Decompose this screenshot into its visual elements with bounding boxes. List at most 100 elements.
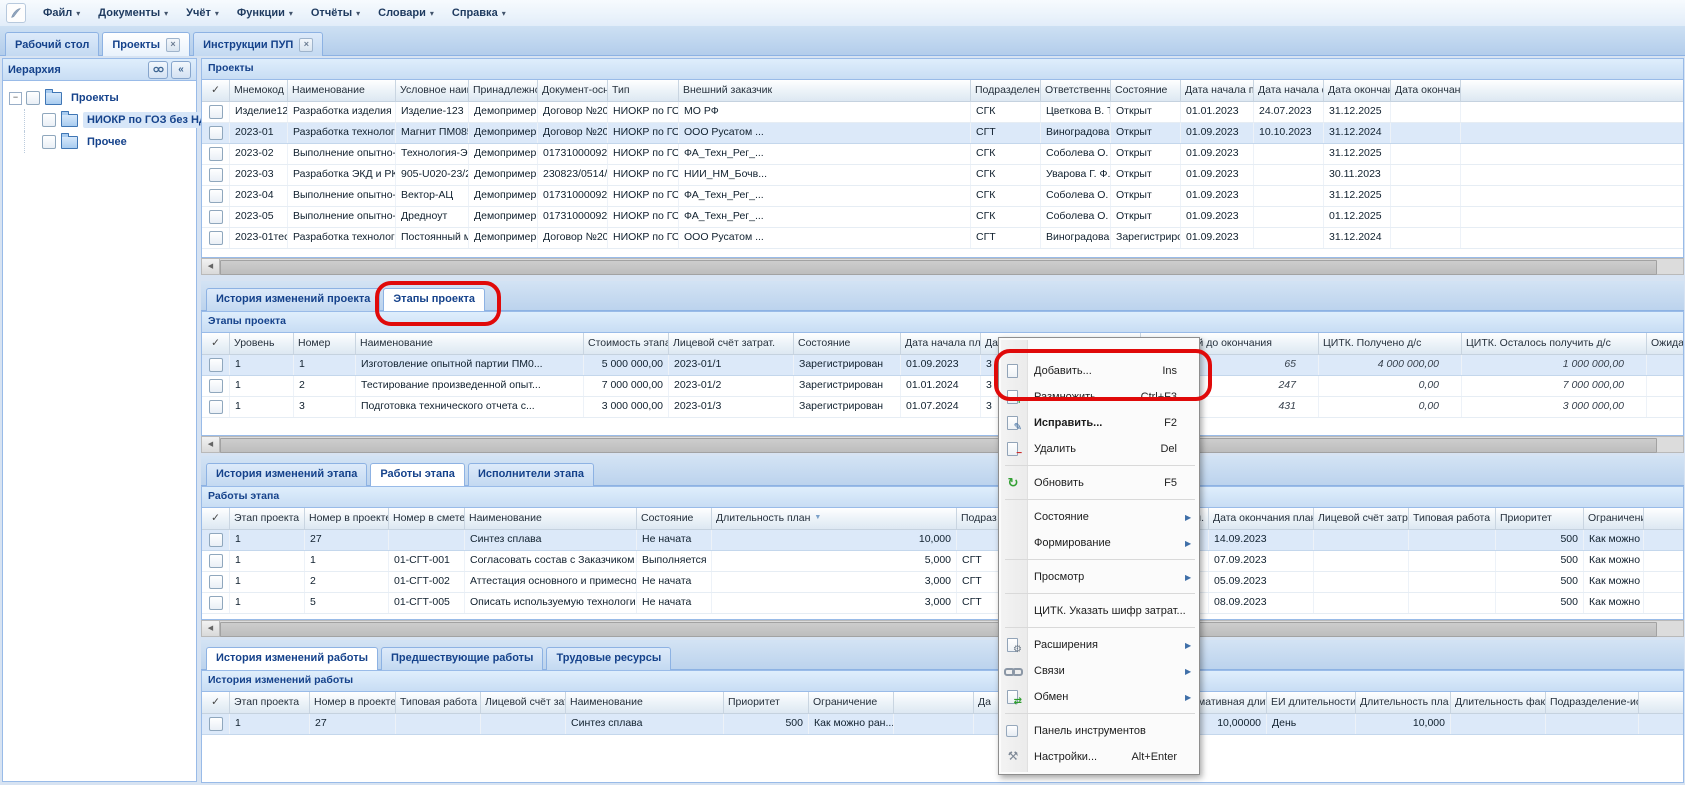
column-header[interactable]: ✓	[202, 692, 230, 713]
column-header[interactable]	[894, 692, 974, 713]
scrollbar-thumb[interactable]	[220, 438, 1657, 453]
column-header[interactable]: Стоимость этапа	[584, 333, 669, 354]
scrollbar-thumb[interactable]	[220, 260, 1657, 275]
column-header[interactable]: Этап проекта	[230, 508, 305, 529]
row-checkbox[interactable]	[209, 231, 223, 245]
column-header[interactable]: Номер	[294, 333, 356, 354]
column-header[interactable]: Типовая работа	[396, 692, 481, 713]
column-header[interactable]: Ограничение	[1584, 508, 1644, 529]
column-header[interactable]: Наименование	[288, 80, 396, 101]
column-header[interactable]: ✓	[202, 80, 230, 101]
column-header[interactable]: Мнемокод	[230, 80, 288, 101]
menu-item-добавить-[interactable]: Добавить...Ins	[1001, 358, 1197, 384]
tab-история-изменений-проекта[interactable]: История изменений проекта	[206, 288, 380, 311]
row-checkbox[interactable]	[209, 554, 223, 568]
tree-checkbox[interactable]	[42, 113, 56, 127]
column-header[interactable]: Типовая работа	[1409, 508, 1496, 529]
tab-трудовые-ресурсы[interactable]: Трудовые ресурсы	[546, 647, 671, 670]
column-header[interactable]: Условное наименова	[396, 80, 469, 101]
row-checkbox[interactable]	[209, 105, 223, 119]
column-header[interactable]: Состояние	[637, 508, 712, 529]
column-header[interactable]: Ответственный	[1041, 80, 1111, 101]
table-row[interactable]: 12Тестирование произведенной опыт...7 00…	[202, 376, 1683, 397]
column-header[interactable]: ЦИТК. Получено д/с	[1319, 333, 1462, 354]
column-header[interactable]: Дата окончания план	[1209, 508, 1314, 529]
horizontal-scrollbar[interactable]: ◀	[201, 436, 1684, 453]
menubar-item[interactable]: Документы▾	[89, 4, 177, 22]
scroll-left-icon[interactable]: ◀	[202, 437, 220, 452]
table-row[interactable]: 13Подготовка технического отчета с...3 0…	[202, 397, 1683, 418]
column-header[interactable]: ЕИ длительности	[1267, 692, 1356, 713]
table-row[interactable]: 1101-СГТ-001Согласовать состав с Заказчи…	[202, 551, 1683, 572]
menu-item-удалить[interactable]: −УдалитьDel	[1001, 436, 1197, 462]
column-header[interactable]: Приоритет	[724, 692, 809, 713]
tab-предшествующие-работы[interactable]: Предшествующие работы	[381, 647, 543, 670]
row-checkbox[interactable]	[209, 147, 223, 161]
tree-node[interactable]: −Проекты	[5, 87, 194, 109]
column-header[interactable]: Ожидаемые	[1647, 333, 1684, 354]
column-header[interactable]: Лицевой счёт затрат.	[669, 333, 794, 354]
column-header[interactable]	[1644, 508, 1684, 529]
tree-node[interactable]: НИОКР по ГОЗ без НДС	[5, 109, 194, 131]
column-header[interactable]: Длительность пла	[1356, 692, 1451, 713]
menu-item-размножить-[interactable]: +Размножить...Ctrl+F3	[1001, 384, 1197, 410]
search-icon[interactable]	[148, 61, 168, 79]
tab-работы-этапа[interactable]: Работы этапа	[370, 463, 465, 486]
table-row[interactable]: 2023-04Выполнение опытно-конс...Вектор-А…	[202, 186, 1683, 207]
column-header[interactable]: Дата начала план.	[1181, 80, 1254, 101]
column-header[interactable]: Этап проекта	[230, 692, 310, 713]
column-header[interactable]: Лицевой счёт затр	[481, 692, 566, 713]
scrollbar-thumb[interactable]	[220, 622, 1657, 637]
column-header[interactable]: мативная длит	[1194, 692, 1267, 713]
close-tab-icon[interactable]: ×	[166, 38, 180, 52]
scroll-left-icon[interactable]: ◀	[202, 259, 220, 274]
table-row[interactable]: 2023-02Выполнение опытно-конс...Технолог…	[202, 144, 1683, 165]
menu-item-цитк-указать-шифр-затрат-[interactable]: ЦИТК. Указать шифр затрат...	[1001, 598, 1197, 624]
column-header[interactable]	[1461, 80, 1684, 101]
column-header[interactable]: Номер в проекте	[310, 692, 396, 713]
column-header[interactable]	[1639, 692, 1684, 713]
column-header[interactable]: Номер в проекте	[305, 508, 389, 529]
column-header[interactable]: ЦИТК. Осталось получить д/с	[1462, 333, 1647, 354]
row-checkbox[interactable]	[209, 717, 223, 731]
column-header[interactable]: Длительность фак	[1451, 692, 1546, 713]
table-row[interactable]: 127Синтез сплаваНе начата10,00014.09.202…	[202, 530, 1683, 551]
tree-expander-icon[interactable]: −	[9, 92, 22, 105]
column-header[interactable]: Уровень	[230, 333, 294, 354]
column-header[interactable]: ✓	[202, 333, 230, 354]
row-checkbox[interactable]	[209, 189, 223, 203]
column-header[interactable]: Приоритет	[1496, 508, 1584, 529]
menu-item-исправить-[interactable]: ✎Исправить...F2	[1001, 410, 1197, 436]
column-header[interactable]: Дата окончания ф	[1391, 80, 1461, 101]
column-header[interactable]: Состояние	[1111, 80, 1181, 101]
row-checkbox[interactable]	[209, 596, 223, 610]
menu-item-обновить[interactable]: ↻ОбновитьF5	[1001, 470, 1197, 496]
menu-item-состояние[interactable]: Состояние▶	[1001, 504, 1197, 530]
row-checkbox[interactable]	[209, 533, 223, 547]
column-header[interactable]: Внешний заказчик	[679, 80, 971, 101]
menu-item-обмен[interactable]: ⇄Обмен▶	[1001, 684, 1197, 710]
tab-исполнители-этапа[interactable]: Исполнители этапа	[468, 463, 594, 486]
tree-checkbox[interactable]	[26, 91, 40, 105]
tab-этапы-проекта[interactable]: Этапы проекта	[383, 288, 485, 311]
table-row[interactable]: 2023-05Выполнение опытно-конс...Дредноут…	[202, 207, 1683, 228]
table-row[interactable]: 1501-СГТ-005Описать используемую техноло…	[202, 593, 1683, 614]
tab-история-изменений-работы[interactable]: История изменений работы	[206, 647, 378, 670]
column-header[interactable]: Подразделение-от	[971, 80, 1041, 101]
row-checkbox[interactable]	[209, 126, 223, 140]
column-header[interactable]: Наименование	[566, 692, 724, 713]
menu-item-просмотр[interactable]: Просмотр▶	[1001, 564, 1197, 590]
collapse-panel-icon[interactable]: «	[171, 61, 191, 79]
row-checkbox[interactable]	[209, 210, 223, 224]
tree-checkbox[interactable]	[42, 135, 56, 149]
row-checkbox[interactable]	[209, 379, 223, 393]
column-header[interactable]: Документ-основан	[538, 80, 608, 101]
column-header[interactable]: Наименование	[356, 333, 584, 354]
menu-item-настройки-[interactable]: ⚒Настройки...Alt+Enter	[1001, 744, 1197, 770]
table-row[interactable]: Изделие123Разработка изделия 123Изделие-…	[202, 102, 1683, 123]
table-row[interactable]: 2023-03Разработка ЭКД и РКД н...905-U020…	[202, 165, 1683, 186]
column-header[interactable]: Состояние	[794, 333, 901, 354]
window-tab[interactable]: Рабочий стол	[5, 32, 99, 56]
table-row[interactable]: 127Синтез сплава500Как можно ран...10,00…	[202, 714, 1683, 735]
window-tab[interactable]: Проекты×	[102, 32, 190, 56]
